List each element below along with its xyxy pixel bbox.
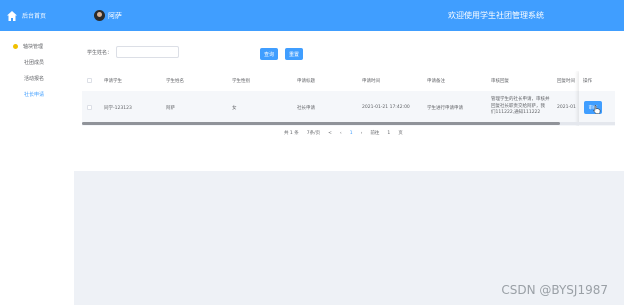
cell-reply-time: 2021-01 — [557, 105, 576, 110]
goto-page-input[interactable]: 1 — [387, 131, 390, 136]
content-panel: 学生姓名： 查询 重置 申请学生 学生姓名 学生性别 申请标题 申请时间 申请备… — [74, 31, 624, 171]
watermark: CSDN @BYSJ1987 — [501, 283, 608, 297]
cell-student-name: 阿萨 — [166, 106, 175, 111]
page-unit-label: 页 — [398, 131, 403, 136]
sidebar-item-label: 社团成员 — [24, 59, 45, 66]
next-page-button[interactable]: › — [361, 131, 363, 136]
sidebar-menu: 轴块管理 社团成员 活动报名 社长申请 — [0, 31, 74, 101]
sidebar-item-label: 活动报名 — [24, 75, 45, 82]
search-row: 学生姓名： — [87, 46, 180, 58]
student-name-input[interactable] — [116, 46, 180, 58]
column-header: 审核回复 — [491, 79, 509, 84]
page-number[interactable]: 1 — [350, 131, 353, 136]
row-checkbox[interactable] — [87, 105, 92, 110]
table-row[interactable]: 同学-123123 阿萨 女 社长申请 2021-01-21 17:42:00 … — [82, 91, 615, 126]
sidebar-home[interactable]: 后台首页 — [0, 0, 74, 31]
system-title: 欢迎使用学生社团管理系统 — [448, 11, 544, 20]
goto-label: 前往 — [370, 131, 380, 136]
column-header: 操作 — [583, 79, 592, 84]
reset-button[interactable]: 重置 — [285, 48, 303, 60]
cell-student-account: 同学-123123 — [104, 106, 132, 111]
horizontal-scrollbar[interactable] — [82, 122, 615, 125]
home-icon — [7, 10, 17, 21]
search-label: 学生姓名： — [87, 49, 113, 56]
avatar[interactable] — [94, 10, 105, 21]
sidebar-item-president-apply[interactable]: 社长申请 — [0, 87, 74, 101]
sidebar-item-members[interactable]: 社团成员 — [0, 55, 74, 69]
column-header: 申请时间 — [362, 79, 380, 84]
search-button[interactable]: 查询 — [260, 48, 278, 60]
sidebar-item-activities[interactable]: 活动报名 — [0, 71, 74, 85]
column-header: 学生姓名 — [166, 79, 184, 84]
select-all-checkbox[interactable] — [87, 78, 92, 83]
prev-page-button[interactable]: < — [328, 131, 332, 136]
table-header: 申请学生 学生姓名 学生性别 申请标题 申请时间 申请备注 审核回复 回复时间 — [82, 71, 615, 91]
audit-reply-line: 们111222,通知111222 — [491, 110, 541, 115]
module-dot-icon — [13, 43, 18, 49]
audit-reply-line: 管理学生的社长申请，审核并 — [491, 97, 550, 102]
page-size-select[interactable]: 7条/页 — [307, 130, 320, 136]
cell-gender: 女 — [232, 106, 237, 111]
column-header: 学生性别 — [232, 79, 250, 84]
data-table: 申请学生 学生姓名 学生性别 申请标题 申请时间 申请备注 审核回复 回复时间 … — [82, 71, 615, 126]
pagination: 共 1 条 7条/页 < ‹ 1 › 前往 1 页 — [284, 130, 411, 137]
column-header: 回复时间 — [557, 79, 575, 84]
pagination-total: 共 1 条 — [284, 131, 299, 136]
sidebar-group-label: 轴块管理 — [23, 43, 44, 50]
cell-remark: 学生进行申请申请 — [427, 106, 463, 111]
hand-cursor-icon — [593, 105, 601, 114]
cell-title: 社长申请 — [297, 106, 315, 111]
top-header: 阿萨 欢迎使用学生社团管理系统 — [74, 0, 624, 31]
sidebar-group[interactable]: 轴块管理 — [0, 39, 74, 53]
cell-apply-time: 2021-01-21 17:42:00 — [362, 105, 410, 110]
home-label: 后台首页 — [22, 13, 47, 20]
column-header: 申请标题 — [297, 79, 315, 84]
sidebar-item-label: 社长申请 — [24, 91, 45, 98]
operation-column: 操作 审核 — [579, 71, 615, 126]
scrollbar-thumb[interactable] — [82, 122, 560, 125]
user-name: 阿萨 — [108, 11, 122, 20]
column-header: 申请学生 — [104, 79, 122, 84]
sidebar: 后台首页 轴块管理 社团成员 活动报名 社长申请 — [0, 0, 74, 305]
prev-page-arrow[interactable]: ‹ — [340, 131, 342, 136]
column-header: 申请备注 — [427, 79, 445, 84]
cell-audit-reply: 管理学生的社长申请，审核并 回复社长职责交给阿萨，我 们111222,通知111… — [491, 97, 557, 117]
